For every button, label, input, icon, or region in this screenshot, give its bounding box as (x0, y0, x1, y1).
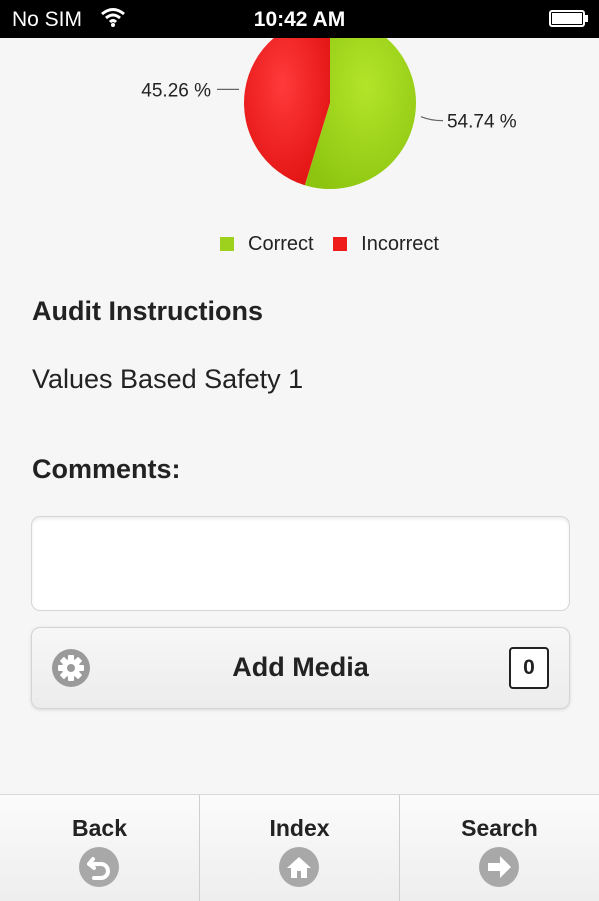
pie-label-correct: 54.74 % (447, 112, 517, 133)
legend-item-correct[interactable]: Correct (220, 233, 314, 256)
status-bar: No SIM 10:42 AM (0, 0, 599, 38)
tab-search-label: Search (461, 815, 538, 841)
comments-heading: Comments: (32, 454, 181, 484)
back-arrow-icon (79, 847, 119, 887)
media-count-badge: 0 (509, 647, 549, 689)
tab-back-label: Back (72, 815, 127, 841)
legend-label-correct: Correct (248, 233, 314, 255)
legend-swatch-incorrect (333, 237, 348, 251)
tab-index[interactable]: Index (199, 795, 400, 901)
audit-instructions-heading: Audit Instructions (32, 296, 263, 326)
tab-search[interactable]: Search (400, 795, 599, 901)
chart-legend: Correct Incorrect (220, 233, 453, 257)
legend-swatch-correct (220, 237, 234, 251)
add-media-label: Add Media (232, 652, 369, 682)
home-icon (279, 847, 319, 887)
pie-label-incorrect: 45.26 % (141, 80, 211, 101)
legend-label-incorrect: Incorrect (361, 233, 439, 255)
battery-icon (549, 10, 588, 27)
tab-back[interactable]: Back (0, 795, 200, 901)
forward-arrow-icon (479, 847, 519, 887)
pie-leader-line (420, 116, 443, 122)
bottom-tab-bar: Back Index Search (0, 794, 599, 901)
audit-instructions-text: Values Based Safety 1 (32, 364, 304, 394)
add-media-button[interactable]: Add Media 0 (31, 627, 570, 709)
clock: 10:42 AM (253, 8, 346, 31)
legend-item-incorrect[interactable]: Incorrect (333, 233, 439, 256)
tab-index-label: Index (269, 815, 330, 841)
comments-field[interactable] (31, 516, 570, 611)
